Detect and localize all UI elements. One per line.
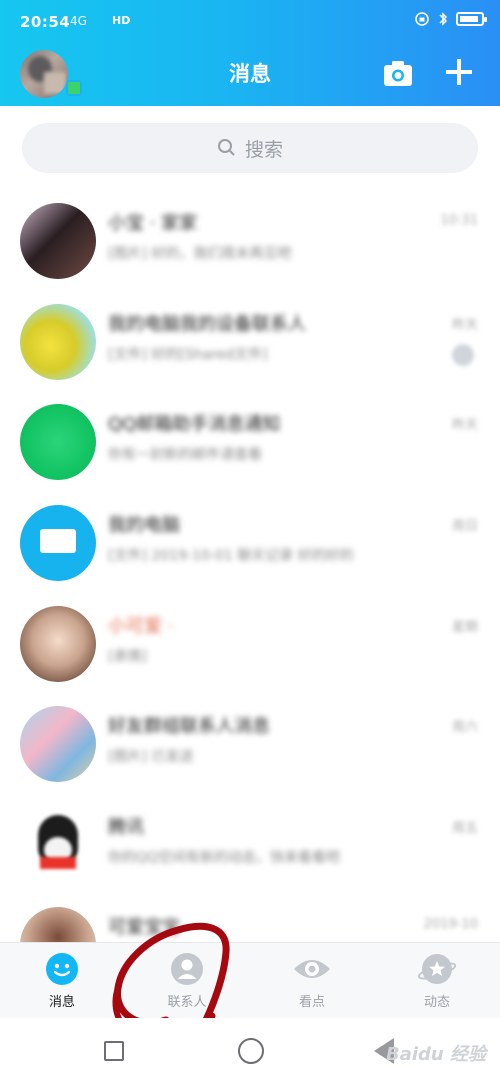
avatar bbox=[20, 706, 96, 782]
contacts-icon bbox=[171, 953, 203, 985]
tab-discover[interactable]: 看点 bbox=[272, 951, 352, 1010]
tab-moments[interactable]: 动态 bbox=[397, 951, 477, 1010]
chat-item[interactable]: QQ邮箱助手消息通知 你有一封新的邮件请查看 昨天 bbox=[0, 396, 500, 494]
battery-icon bbox=[456, 12, 487, 26]
eye-icon bbox=[294, 960, 330, 978]
chat-name: QQ邮箱助手消息通知 bbox=[108, 414, 281, 435]
camera-icon[interactable] bbox=[382, 58, 414, 90]
chat-preview: [文件] 2019-10-01 聊天记录 好的好的 bbox=[108, 548, 354, 564]
chat-preview: 你有一封新的邮件请查看 bbox=[108, 447, 262, 463]
star-icon bbox=[417, 954, 457, 984]
chat-time: 周六 bbox=[451, 720, 478, 735]
app-header: 20:54 4G HD 消息 bbox=[0, 0, 500, 106]
watermark-logo: Baidu 经验 bbox=[385, 1044, 486, 1065]
chat-time: 周日 bbox=[451, 519, 478, 534]
chat-time: 星期 bbox=[451, 620, 478, 635]
unread-badge bbox=[452, 344, 474, 366]
chat-preview: [图片] 好的，我们周末再见吧 bbox=[108, 246, 292, 262]
plus-icon[interactable] bbox=[442, 55, 476, 89]
avatar bbox=[20, 404, 96, 480]
chat-item[interactable]: 小宝 · 家家 [图片] 好的，我们周末再见吧 10:31 bbox=[0, 195, 500, 293]
chat-name: 小可爱 · bbox=[108, 616, 174, 637]
page-title: 消息 bbox=[229, 62, 271, 86]
chat-preview: [文件] 好的[Shared文件] bbox=[108, 347, 268, 363]
chat-time: 周五 bbox=[451, 821, 478, 836]
chat-time: 2019-10 bbox=[423, 917, 478, 932]
chat-item[interactable]: 腾讯 你的QQ空间有新的动态，快来看看吧 周五 bbox=[0, 799, 500, 897]
search-placeholder: 搜索 bbox=[244, 138, 283, 161]
tab-label: 消息 bbox=[48, 995, 75, 1010]
bluetooth-icon bbox=[439, 12, 448, 26]
chat-name: 我的电脑我的设备联系人 bbox=[108, 314, 306, 335]
chat-name: 我的电脑 bbox=[108, 515, 180, 536]
search-icon bbox=[217, 139, 235, 156]
avatar bbox=[20, 304, 96, 380]
chat-time: 10:31 bbox=[440, 213, 478, 228]
avatar bbox=[20, 606, 96, 682]
message-icon bbox=[46, 953, 78, 985]
chat-item[interactable]: 好友群组联系人消息 [图片] 已发送 周六 bbox=[0, 698, 500, 796]
chat-item[interactable]: 我的电脑 [文件] 2019-10-01 聊天记录 好的好的 周日 bbox=[0, 497, 500, 595]
chat-name: 小宝 · 家家 bbox=[108, 213, 198, 234]
chat-preview: [图片] 已发送 bbox=[108, 749, 194, 765]
bottom-tab-bar: 消息 联系人 看点 动态 bbox=[0, 942, 500, 1018]
tab-label: 联系人 bbox=[167, 995, 207, 1010]
chat-name: 腾讯 bbox=[108, 817, 144, 838]
status-bar: 20:54 4G HD bbox=[0, 0, 500, 44]
chat-preview: [表情] bbox=[108, 649, 147, 665]
alarm-icon bbox=[415, 12, 429, 26]
tab-label: 看点 bbox=[298, 995, 325, 1010]
chat-item[interactable]: 小可爱 · [表情] 星期 bbox=[0, 598, 500, 696]
system-nav-bar: Baidu 经验 bbox=[0, 1018, 500, 1084]
chat-item[interactable]: 我的电脑我的设备联系人 [文件] 好的[Shared文件] 昨天 bbox=[0, 296, 500, 394]
tab-contacts[interactable]: 联系人 bbox=[147, 951, 227, 1010]
avatar bbox=[20, 505, 96, 581]
signal-icon: 4G bbox=[70, 14, 87, 28]
avatar bbox=[20, 203, 96, 279]
avatar bbox=[20, 807, 96, 883]
tab-label: 动态 bbox=[423, 995, 450, 1010]
chat-name: 好友群组联系人消息 bbox=[108, 716, 270, 737]
chat-time: 昨天 bbox=[451, 318, 478, 333]
chat-time: 昨天 bbox=[451, 418, 478, 433]
chat-preview: 你的QQ空间有新的动态，快来看看吧 bbox=[108, 850, 341, 866]
tab-messages[interactable]: 消息 bbox=[22, 951, 102, 1010]
recent-apps-button[interactable] bbox=[104, 1041, 124, 1061]
chat-name: 可爱宝宝 bbox=[108, 917, 180, 938]
search-bar[interactable]: 搜索 bbox=[22, 123, 478, 173]
status-time: 20:54 bbox=[20, 13, 71, 31]
home-button[interactable] bbox=[238, 1038, 264, 1064]
hd-icon: HD bbox=[112, 14, 131, 27]
